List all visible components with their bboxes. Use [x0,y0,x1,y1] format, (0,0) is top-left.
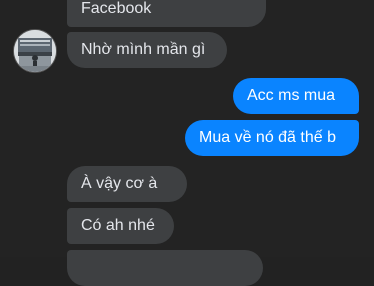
contact-avatar[interactable] [14,30,56,72]
message-bubble-incoming[interactable] [67,250,263,286]
message-bubble-outgoing[interactable]: Acc ms mua [233,78,359,114]
message-text: Mua về nó đã thế b [199,129,336,146]
message-bubble-incoming[interactable]: Facebook [67,0,266,27]
message-bubble-outgoing[interactable]: Mua về nó đã thế b [185,120,359,156]
message-text: Acc ms mua [247,87,336,104]
message-bubble-incoming[interactable]: Có ah nhé [67,208,174,244]
message-bubble-incoming[interactable]: Nhờ mình mần gì [67,32,227,68]
message-text: Nhờ mình mần gì [81,41,206,58]
message-text: À vậy cơ à [81,175,158,192]
chat-thread: Facebook Nhờ mình mần gì Acc ms mua Mua … [0,0,374,286]
message-text: Facebook [81,0,152,17]
message-bubble-incoming[interactable]: À vậy cơ à [67,166,187,202]
contact-avatar-photo-icon [14,30,56,72]
message-text: Có ah nhé [81,217,155,234]
